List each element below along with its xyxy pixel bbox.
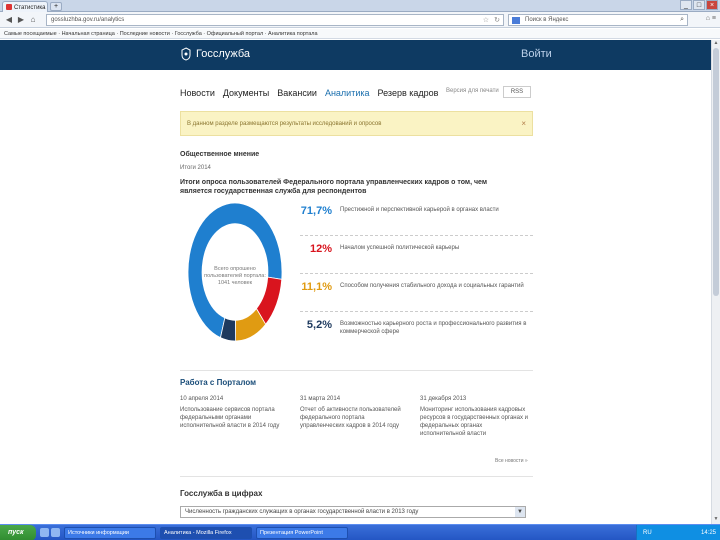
scroll-down-icon[interactable]: ▼	[712, 516, 720, 524]
section-divider	[180, 370, 533, 371]
result-percent: 11,1%	[301, 281, 332, 293]
result-percent: 12%	[309, 243, 332, 255]
back-arrow-icon[interactable]: ◀	[4, 15, 14, 25]
notice-text: В данном разделе размещаются результаты …	[187, 121, 382, 127]
news-text[interactable]: Использование сервисов портала федеральн…	[180, 406, 288, 430]
opinion-section-title: Общественное мнение	[180, 151, 260, 158]
news-item[interactable]: 31 марта 2014 Отчет об активности пользо…	[300, 396, 408, 430]
quick-launch-icon[interactable]	[51, 528, 60, 537]
new-tab-button[interactable]: +	[50, 2, 62, 11]
search-engine-icon[interactable]	[512, 17, 520, 24]
system-tray: RU 14:25	[636, 525, 720, 540]
chevron-down-icon[interactable]: ▼	[515, 507, 525, 517]
bookmark-star-icon[interactable]: ☆	[483, 16, 489, 24]
all-news-link[interactable]: Все новости »	[495, 458, 528, 464]
search-icon[interactable]: ⌕	[680, 16, 684, 24]
search-placeholder: Поиск в Яндекс	[525, 17, 569, 23]
emblem-icon	[181, 47, 191, 61]
taskbar: пуск Источники информации Аналитика - Mo…	[0, 524, 720, 540]
reload-icon[interactable]: ↻	[494, 16, 500, 24]
news-text[interactable]: Мониторинг использования кадровых ресурс…	[420, 406, 528, 438]
print-version-link[interactable]: Версия для печати	[446, 88, 499, 94]
clock: 14:25	[700, 530, 716, 536]
tab-title: Статистика	[14, 5, 46, 11]
scroll-up-icon[interactable]: ▲	[712, 40, 720, 48]
language-indicator[interactable]: RU	[643, 530, 652, 536]
result-percent: 5,2%	[306, 319, 332, 331]
nav-item-documents[interactable]: Документы	[223, 88, 269, 98]
poll-question: Итоги опроса пользователей Федерального …	[180, 179, 488, 195]
taskbar-button[interactable]: Презентация PowerPoint	[256, 527, 348, 539]
rss-button[interactable]: RSS	[503, 86, 531, 98]
result-item: 12% Началом успешной политической карьер…	[300, 236, 533, 274]
result-text: Способом получения стабильного дохода и …	[340, 283, 524, 289]
close-window-button[interactable]: ×	[706, 0, 718, 10]
nav-item-analytics[interactable]: Аналитика	[325, 88, 370, 98]
quick-launch	[40, 528, 60, 537]
taskbar-button[interactable]: Источники информации	[64, 527, 156, 539]
start-button[interactable]: пуск	[0, 525, 36, 540]
result-item: 11,1% Способом получения стабильного дох…	[300, 274, 533, 312]
news-date: 31 марта 2014	[300, 396, 341, 402]
portal-section-title[interactable]: Работа с Порталом	[180, 378, 256, 387]
result-item: 71,7% Престижной и перспективной карьеро…	[300, 198, 533, 236]
url-text: gossluzhba.gov.ru/analytics	[51, 17, 125, 23]
opinion-date: Итоги 2014	[180, 165, 211, 171]
maximize-button[interactable]: □	[693, 0, 705, 10]
logo-text: Госслужба	[196, 48, 251, 60]
browser-tabstrip: Статистика + _ □ ×	[0, 0, 720, 12]
select-value: Численность гражданских служащих в орган…	[185, 509, 419, 515]
result-text: Возможностью карьерного роста и професси…	[340, 321, 527, 335]
bookmarks-bar[interactable]: Самые посещаемые · Начальная страница · …	[0, 29, 720, 39]
quick-launch-icon[interactable]	[40, 528, 49, 537]
browser-navbar: ◀ ▶ ⌂ gossluzhba.gov.ru/analytics ☆ ↻ По…	[0, 12, 720, 28]
taskbar-button-active[interactable]: Аналитика - Mozilla Firefox	[160, 527, 252, 539]
news-date: 10 апреля 2014	[180, 396, 224, 402]
toolbar-menu-icon[interactable]: ⌂ ≡	[706, 15, 716, 22]
stats-select[interactable]: Численность гражданских служащих в орган…	[180, 506, 526, 518]
address-bar[interactable]: gossluzhba.gov.ru/analytics ☆ ↻	[46, 14, 504, 26]
login-link[interactable]: Войти	[521, 48, 552, 60]
result-percent: 71,7%	[300, 205, 332, 217]
news-date: 31 декабря 2013	[420, 396, 467, 402]
main-nav: Новости Документы Вакансии Аналитика Рез…	[180, 88, 438, 98]
home-icon[interactable]: ⌂	[28, 15, 38, 25]
browser-tab[interactable]: Статистика	[2, 1, 48, 12]
donut-center-text: Всего опрошено пользователей портала: 10…	[204, 266, 266, 286]
result-text: Началом успешной политической карьеры	[340, 245, 460, 251]
forward-arrow-icon[interactable]: ▶	[16, 15, 26, 25]
section-divider	[180, 476, 533, 477]
site-header: Госслужба Войти	[0, 40, 711, 70]
gs-section-title: Госслужба в цифрах	[180, 489, 263, 498]
nav-item-news[interactable]: Новости	[180, 88, 215, 98]
result-item: 5,2% Возможностью карьерного роста и про…	[300, 312, 533, 350]
site-logo[interactable]: Госслужба	[180, 47, 250, 61]
close-icon[interactable]: ×	[521, 119, 526, 128]
notice-banner: В данном разделе размещаются результаты …	[180, 111, 533, 136]
news-text[interactable]: Отчет об активности пользователей федера…	[300, 406, 408, 430]
page-viewport: Госслужба Войти Новости Документы Ваканс…	[0, 40, 711, 524]
search-bar[interactable]: Поиск в Яндекс ⌕	[508, 14, 688, 26]
vertical-scrollbar[interactable]: ▲ ▼	[711, 40, 720, 524]
nav-item-reserve[interactable]: Резерв кадров	[378, 88, 439, 98]
scrollbar-thumb[interactable]	[713, 48, 719, 296]
news-item[interactable]: 10 апреля 2014 Использование сервисов по…	[180, 396, 288, 430]
favicon-icon	[6, 4, 12, 10]
nav-item-vacancies[interactable]: Вакансии	[277, 88, 317, 98]
window-controls: _ □ ×	[680, 0, 718, 11]
news-item[interactable]: 31 декабря 2013 Мониторинг использования…	[420, 396, 528, 438]
result-text: Престижной и перспективной карьерой в ор…	[340, 207, 499, 213]
minimize-button[interactable]: _	[680, 0, 692, 10]
